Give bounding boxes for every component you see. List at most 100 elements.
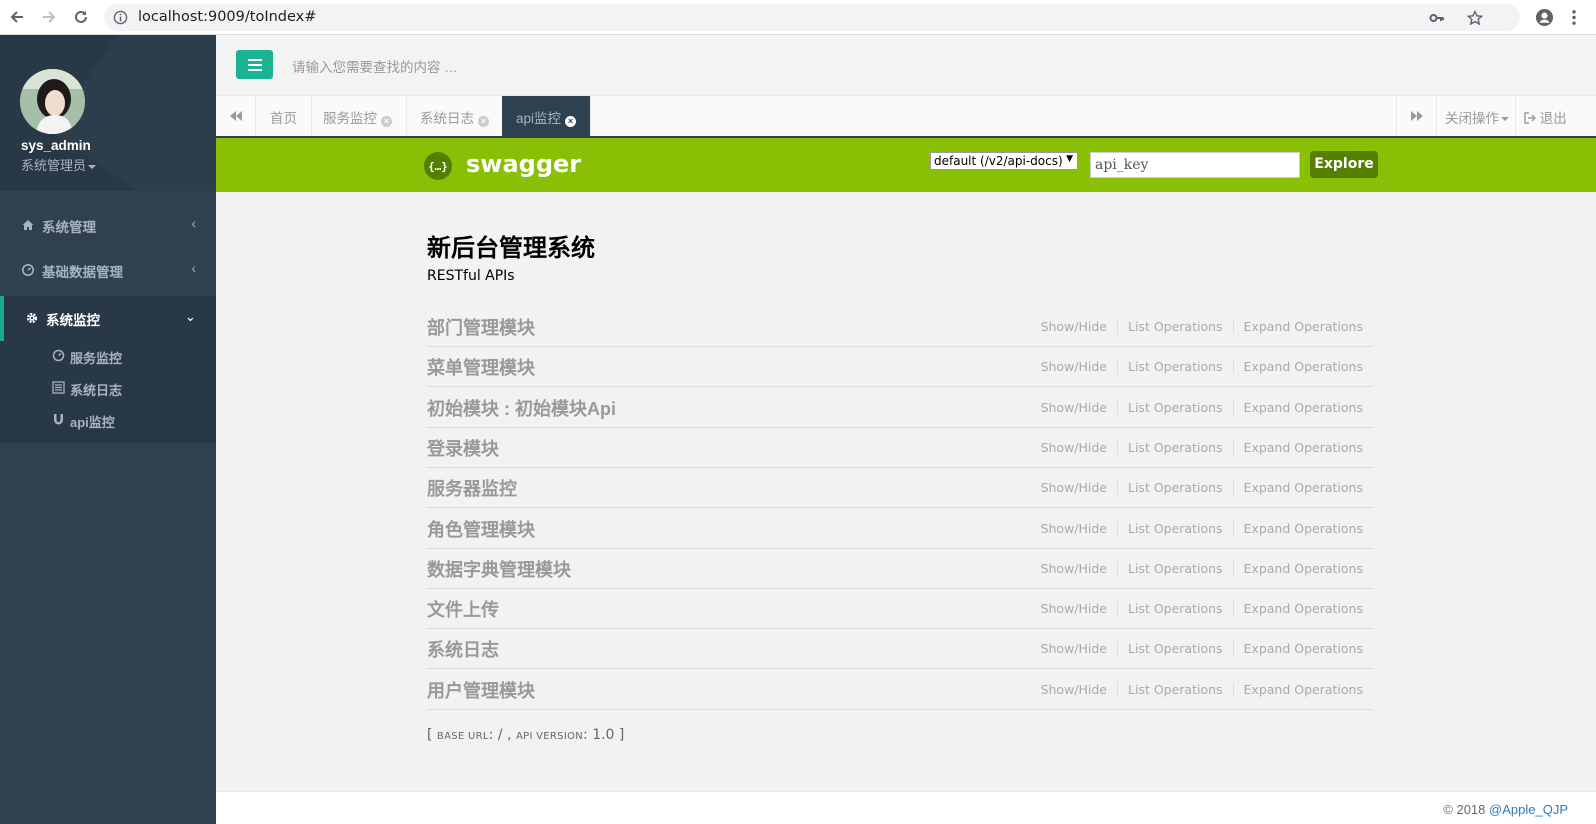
list-operations-link[interactable]: List Operations [1118,319,1234,334]
sidebar-item-basic-data[interactable]: 基础数据管理 ‹ [0,248,216,293]
show-hide-link[interactable]: Show/Hide [1030,681,1118,697]
show-hide-link[interactable]: Show/Hide [1030,399,1118,415]
tab-service-monitor[interactable]: 服务监控 × [309,96,407,136]
list-operations-link[interactable]: List Operations [1118,681,1234,697]
api-title: 新后台管理系统 [427,235,595,262]
spec-select[interactable]: default (/v2/api-docs) ▼ [930,152,1078,170]
show-hide-link[interactable]: Show/Hide [1030,560,1118,576]
footer-text: © 2018 @Apple_QJP [1443,802,1568,817]
show-hide-link[interactable]: Show/Hide [1030,480,1118,496]
tab-label: 首页 [270,111,297,126]
resource-name[interactable]: 用户管理模块 [427,677,535,703]
expand-operations-link[interactable]: Expand Operations [1234,359,1363,374]
tab-scroll-right-button[interactable] [1396,96,1436,136]
resource-row: 角色管理模块 Show/Hide List Operations Expand Ope… [427,508,1373,549]
profile-panel: sys_admin 系统管理员 [0,35,216,191]
list-operations-link[interactable]: List Operations [1118,601,1234,617]
list-operations-link[interactable]: List Operations [1118,520,1234,536]
resource-operations: Show/Hide List Operations Expand Operation… [1030,399,1363,415]
gear-icon [26,312,38,324]
list-operations-link[interactable]: List Operations [1118,359,1234,375]
sidebar-subitem-label: 系统日志 [70,383,123,398]
show-hide-link[interactable]: Show/Hide [1030,601,1118,617]
resource-name[interactable]: 登录模块 [427,435,499,461]
back-button[interactable] [6,6,28,28]
close-icon[interactable]: × [565,116,577,127]
close-icon[interactable]: × [478,116,489,127]
sidebar-item-system-management[interactable]: 系统管理 ‹ [0,203,216,248]
close-icon[interactable]: × [381,116,392,127]
tab-system-log[interactable]: 系统日志 × [406,96,504,136]
explore-button[interactable]: Explore [1310,151,1378,178]
expand-operations-link[interactable]: Expand Operations [1234,682,1363,697]
resource-name[interactable]: 系统日志 [427,636,499,662]
search-input[interactable]: 请输入您需要查找的内容 … [292,56,458,76]
back-arrow-icon [10,11,23,23]
resource-name[interactable]: 文件上传 [427,596,499,622]
api-key-input[interactable]: api_key [1090,152,1300,178]
resource-name[interactable]: 数据字典管理模块 [427,556,571,582]
resource-name[interactable]: 初始模块 : 初始模块Api [427,395,616,421]
show-hide-link[interactable]: Show/Hide [1030,439,1118,455]
list-operations-link[interactable]: List Operations [1118,439,1234,455]
expand-operations-link[interactable]: Expand Operations [1234,400,1363,415]
tab-home[interactable]: 首页 [256,96,312,136]
tab-label: 系统日志 [420,111,474,126]
tab-scroll-left-button[interactable] [216,96,256,136]
list-icon [52,381,65,394]
user-role-dropdown[interactable]: 系统管理员 [21,155,97,174]
submenu-system-monitor: 服务监控 系统日志 api监控 [0,341,216,443]
show-hide-link[interactable]: Show/Hide [1030,641,1118,657]
show-hide-link[interactable]: Show/Hide [1030,520,1118,536]
base-url-value: / [497,727,503,743]
expand-operations-link[interactable]: Expand Operations [1234,601,1363,616]
resource-operations: Show/Hide List Operations Expand Operation… [1030,319,1363,334]
sidebar-subitem-label: 服务监控 [70,351,123,366]
resource-operations: Show/Hide List Operations Expand Operation… [1030,560,1363,576]
info-icon[interactable] [113,10,128,25]
resource-name[interactable]: 菜单管理模块 [427,354,535,380]
expand-operations-link[interactable]: Expand Operations [1234,319,1363,334]
logout-button[interactable]: 退出 [1515,96,1596,136]
url-text: localhost:9009/toIndex# [138,9,317,25]
hamburger-icon [247,58,262,71]
tab-api-monitor[interactable]: api监控 × [502,96,592,136]
reload-button[interactable] [70,6,92,28]
sidebar-item-label: 基础数据管理 [42,265,123,280]
show-hide-link[interactable]: Show/Hide [1030,319,1118,334]
resource-name[interactable]: 角色管理模块 [427,516,535,542]
avatar[interactable] [20,69,85,134]
star-icon[interactable] [1467,10,1483,26]
top-header: 请输入您需要查找的内容 … [216,35,1596,96]
forward-button[interactable] [38,6,60,28]
expand-operations-link[interactable]: Expand Operations [1234,440,1363,455]
key-icon[interactable] [1429,10,1445,26]
address-bar[interactable]: localhost:9009/toIndex# [104,4,1520,31]
api-version-value: 1.0 [592,727,615,743]
api-description: RESTful APIs [427,268,515,284]
more-vert-icon[interactable] [1571,9,1577,26]
resource-operations: Show/Hide List Operations Expand Operation… [1030,480,1363,496]
expand-operations-link[interactable]: Expand Operations [1234,480,1363,495]
list-operations-link[interactable]: List Operations [1118,399,1234,415]
swagger-logo-icon[interactable]: {…} [424,152,452,180]
expand-operations-link[interactable]: Expand Operations [1234,521,1363,536]
sidebar-item-system-monitor[interactable]: 系统监控 ⌄ [0,296,216,341]
resource-name[interactable]: 部门管理模块 [427,314,535,340]
list-operations-link[interactable]: List Operations [1118,480,1234,496]
list-operations-link[interactable]: List Operations [1118,560,1234,576]
base-info: [ base url: / , api version: 1.0 ] [427,727,625,743]
swagger-title[interactable]: swagger [466,150,581,178]
list-operations-link[interactable]: List Operations [1118,641,1234,657]
expand-operations-link[interactable]: Expand Operations [1234,641,1363,656]
close-ops-dropdown[interactable]: 关闭操作 [1436,96,1515,136]
resource-name[interactable]: 服务器监控 [427,475,517,501]
expand-operations-link[interactable]: Expand Operations [1234,561,1363,576]
menu-toggle-button[interactable] [236,50,273,79]
profile-icon[interactable] [1535,8,1554,27]
sidebar: sys_admin 系统管理员 系统管理 ‹ 基础数据管理 ‹ 系统监控 ⌄ 服… [0,35,216,824]
author-link[interactable]: @Apple_QJP [1489,802,1568,817]
base-url-label: base url [436,731,489,742]
browser-toolbar: localhost:9009/toIndex# [0,0,1596,35]
show-hide-link[interactable]: Show/Hide [1030,359,1118,375]
